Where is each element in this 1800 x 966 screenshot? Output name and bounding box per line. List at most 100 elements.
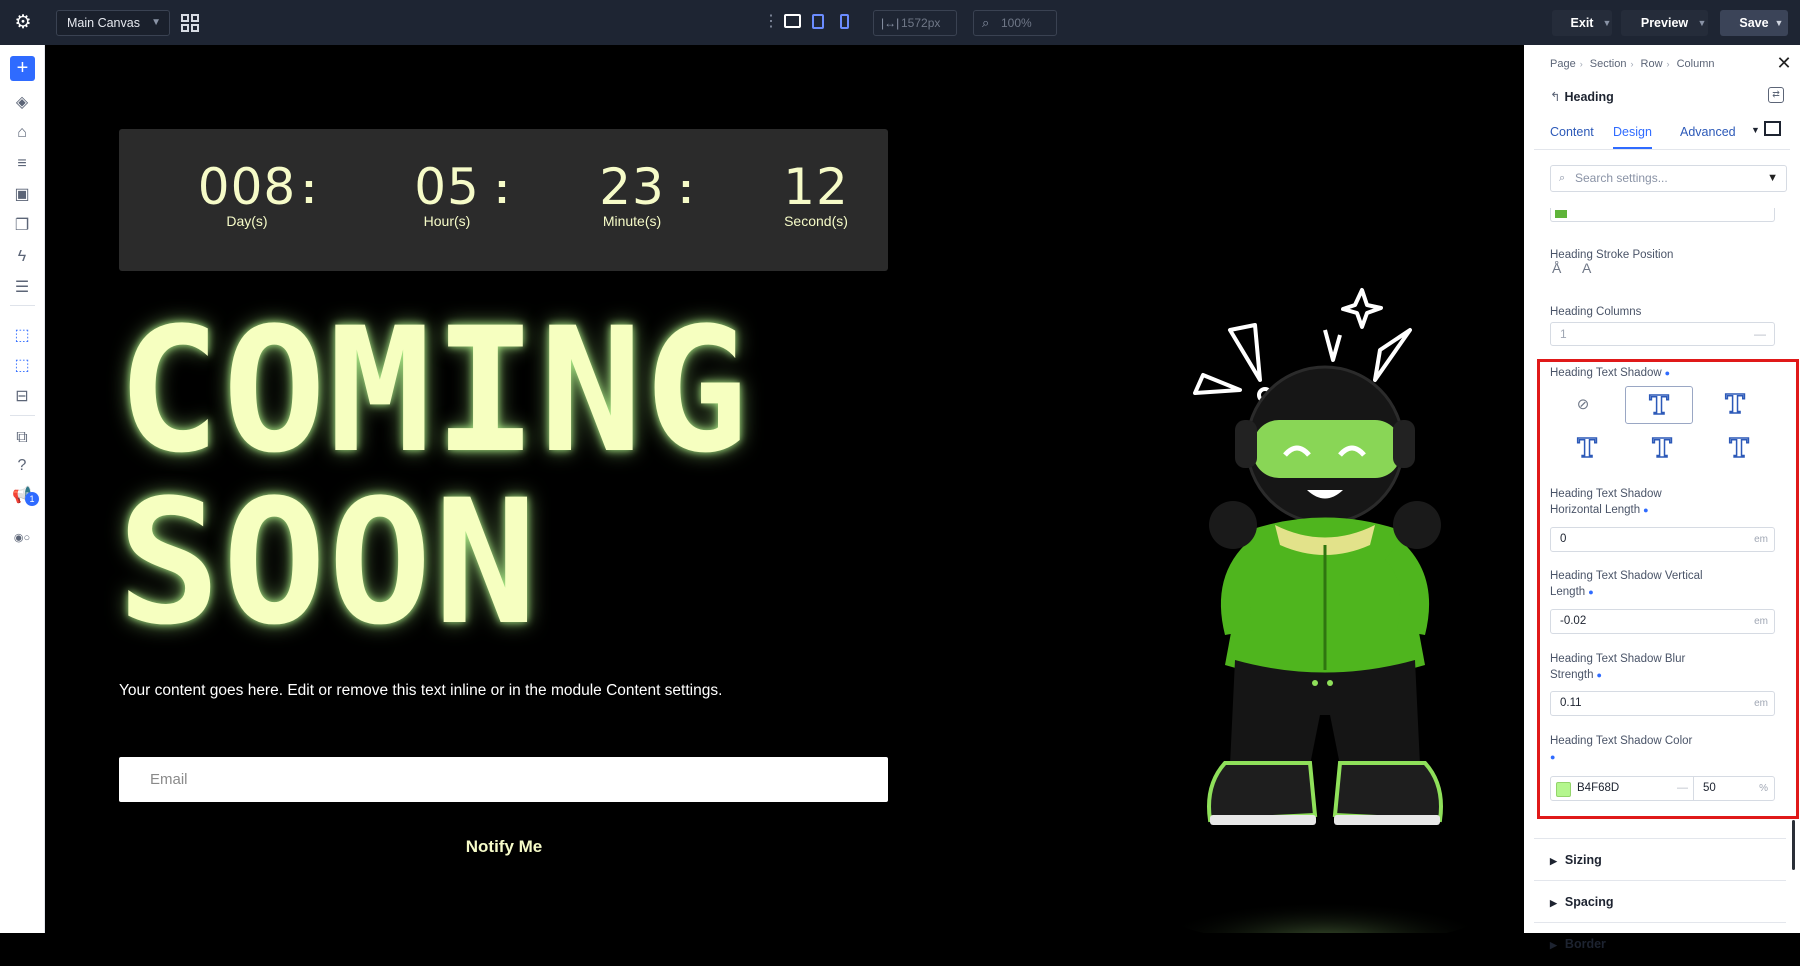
layers-icon[interactable]: ◈ <box>11 92 33 114</box>
color-swatch[interactable] <box>1556 782 1571 797</box>
presets-icon[interactable]: ⊟ <box>11 386 33 408</box>
chevron-down-icon: ▼ <box>151 17 161 28</box>
h-length-value: 0 <box>1560 533 1567 545</box>
dark-mode-toggle-icon[interactable]: ◉○ <box>11 527 33 549</box>
text-shadow-label-text: Heading Text Shadow <box>1550 367 1662 379</box>
add-module-button[interactable]: + <box>10 56 35 81</box>
zoom-value: 100% <box>1001 16 1032 30</box>
shadow-color-label: Heading Text Shadow Color ● <box>1550 733 1770 765</box>
tablet-view-icon[interactable] <box>812 14 824 29</box>
close-icon[interactable]: ✕ <box>1774 53 1794 73</box>
module-options-icon[interactable]: ⇄ <box>1768 87 1784 103</box>
preview-button[interactable]: Preview <box>1621 10 1708 36</box>
countdown-days: 008 Day(s) <box>177 159 317 229</box>
section-spacing[interactable]: ▶ Spacing <box>1534 880 1786 922</box>
section-spacing-label: Spacing <box>1564 895 1614 909</box>
shadow-preset-1-icon[interactable]: T <box>1625 386 1693 424</box>
shadow-preset-4-icon[interactable]: T <box>1628 430 1696 468</box>
shadow-none-icon[interactable]: ⊘ <box>1549 386 1617 424</box>
settings-gear-icon[interactable]: ⚙ <box>12 12 34 34</box>
stroke-inside-icon[interactable]: A <box>1582 260 1591 276</box>
preview-dropdown-icon[interactable]: ▼ <box>1696 10 1708 36</box>
breadcrumb: Page › Section › Row › Column <box>1550 58 1715 70</box>
caret-right-icon: ▶ <box>1550 898 1557 908</box>
tabs-dropdown-icon[interactable]: ▼ <box>1751 125 1760 135</box>
canvas-width-value: 1572px <box>901 16 941 30</box>
modules-icon[interactable]: ▣ <box>11 184 33 206</box>
settings-sliders-icon[interactable]: ☰ <box>11 277 33 299</box>
shadow-preset-2-icon[interactable]: T <box>1701 386 1769 424</box>
h-length-input[interactable]: 0 em <box>1550 527 1775 552</box>
body-text[interactable]: Your content goes here. Edit or remove t… <box>119 681 919 701</box>
desktop-view-icon[interactable] <box>784 14 801 28</box>
toggle-panel-icon[interactable] <box>1764 121 1781 136</box>
blur-unit: em <box>1754 698 1768 709</box>
settings-search-input[interactable]: ⌕ Search settings... ▼ <box>1550 165 1787 192</box>
canvas-stack-icon[interactable]: ⧉ <box>11 427 33 449</box>
tabs-divider <box>1534 149 1790 150</box>
lightning-icon[interactable]: ϟ <box>11 246 33 268</box>
exit-dropdown-icon[interactable]: ▼ <box>1601 10 1613 36</box>
breadcrumb-section[interactable]: Section <box>1590 58 1627 70</box>
tab-content[interactable]: Content <box>1550 117 1594 147</box>
tab-advanced[interactable]: Advanced <box>1680 117 1736 147</box>
countdown-timer[interactable]: 008 Day(s) : 05 Hour(s) : 23 Minute(s) :… <box>119 129 888 271</box>
settings-panel: Page › Section › Row › Column ✕ ↰ Heading ⇄ … <box>1524 45 1800 951</box>
v-length-label-line-1: Heading Text Shadow Vertical <box>1550 570 1703 582</box>
interactions-icon[interactable]: ⬚ <box>11 325 33 347</box>
v-length-input[interactable]: -0.02 em <box>1550 609 1775 634</box>
countdown-seconds: 12 Second(s) <box>746 159 886 229</box>
breadcrumb-row[interactable]: Row <box>1641 58 1663 70</box>
more-vertical-icon[interactable]: ⋮ <box>763 13 779 31</box>
back-arrow-icon[interactable]: ↰ <box>1550 90 1560 104</box>
theme-builder-icon[interactable]: ⌂ <box>11 122 33 144</box>
page-heading[interactable]: COMING SOON <box>117 305 817 649</box>
shadow-preset-3-icon[interactable]: T <box>1553 430 1621 468</box>
columns-input[interactable]: 1 — <box>1550 322 1775 346</box>
canvas-select[interactable]: Main Canvas ▼ <box>56 10 170 36</box>
pages-icon[interactable]: ❐ <box>11 215 33 237</box>
database-icon[interactable]: ≡ <box>11 153 33 175</box>
blur-label: Heading Text Shadow Blur Strength ● <box>1550 651 1770 683</box>
shadow-color-input[interactable]: B4F68D — 50 % <box>1550 776 1775 801</box>
shadow-color-hex: B4F68D <box>1577 782 1620 794</box>
shadow-color-opacity[interactable]: 50 <box>1703 777 1716 800</box>
v-length-unit: em <box>1754 616 1768 627</box>
layout-grid-icon[interactable] <box>181 14 199 32</box>
breadcrumb-page[interactable]: Page <box>1550 58 1576 70</box>
top-toolbar: ⚙ Main Canvas ▼ ⋮ |↔| 1572px ⌕ 100% Exit… <box>0 0 1800 45</box>
left-sidebar: + ◈ ⌂ ≡ ▣ ❐ ϟ ☰ ⬚ ⬚ ⊟ ⧉ ? 📢 1 ◉○ <box>0 45 45 933</box>
canvas-width-input[interactable]: |↔| 1572px <box>873 10 957 36</box>
h-length-unit: em <box>1754 534 1768 545</box>
heading-line-1: COMING <box>117 290 751 491</box>
filter-icon[interactable]: ▼ <box>1767 166 1778 191</box>
stroke-color-field-partial[interactable] <box>1550 208 1775 222</box>
countdown-seconds-number: 12 <box>783 158 849 216</box>
blur-input[interactable]: 0.11 em <box>1550 691 1775 716</box>
save-dropdown-icon[interactable]: ▼ <box>1773 10 1785 36</box>
zoom-icon: ⌕ <box>982 15 990 30</box>
email-field[interactable]: Email <box>119 757 888 802</box>
h-length-label-line-2: Horizontal Length <box>1550 504 1641 516</box>
section-sizing[interactable]: ▶ Sizing <box>1534 838 1786 880</box>
columns-label: Heading Columns <box>1550 306 1642 318</box>
notify-me-button[interactable]: Notify Me <box>429 835 579 859</box>
character-illustration <box>1155 288 1495 933</box>
zoom-input[interactable]: ⌕ 100% <box>973 10 1057 36</box>
shadow-preset-5-icon[interactable]: T <box>1705 430 1773 468</box>
countdown-separator: : <box>678 164 694 213</box>
panel-scrollbar[interactable] <box>1792 820 1795 870</box>
divider <box>10 415 35 416</box>
tab-design[interactable]: Design <box>1613 117 1652 149</box>
help-icon[interactable]: ? <box>11 455 33 477</box>
section-border[interactable]: ▶ Border <box>1534 922 1786 964</box>
countdown-separator: : <box>301 164 317 213</box>
section-sizing-label: Sizing <box>1564 853 1602 867</box>
opacity-unit: % <box>1759 783 1768 794</box>
breadcrumb-column[interactable]: Column <box>1677 58 1715 70</box>
caret-right-icon: ▶ <box>1550 940 1557 950</box>
phone-view-icon[interactable] <box>840 14 849 29</box>
stroke-outside-icon[interactable]: Å <box>1552 260 1561 276</box>
interactions-multi-icon[interactable]: ⬚ <box>11 355 33 377</box>
blur-label-line-2: Strength <box>1550 669 1594 681</box>
